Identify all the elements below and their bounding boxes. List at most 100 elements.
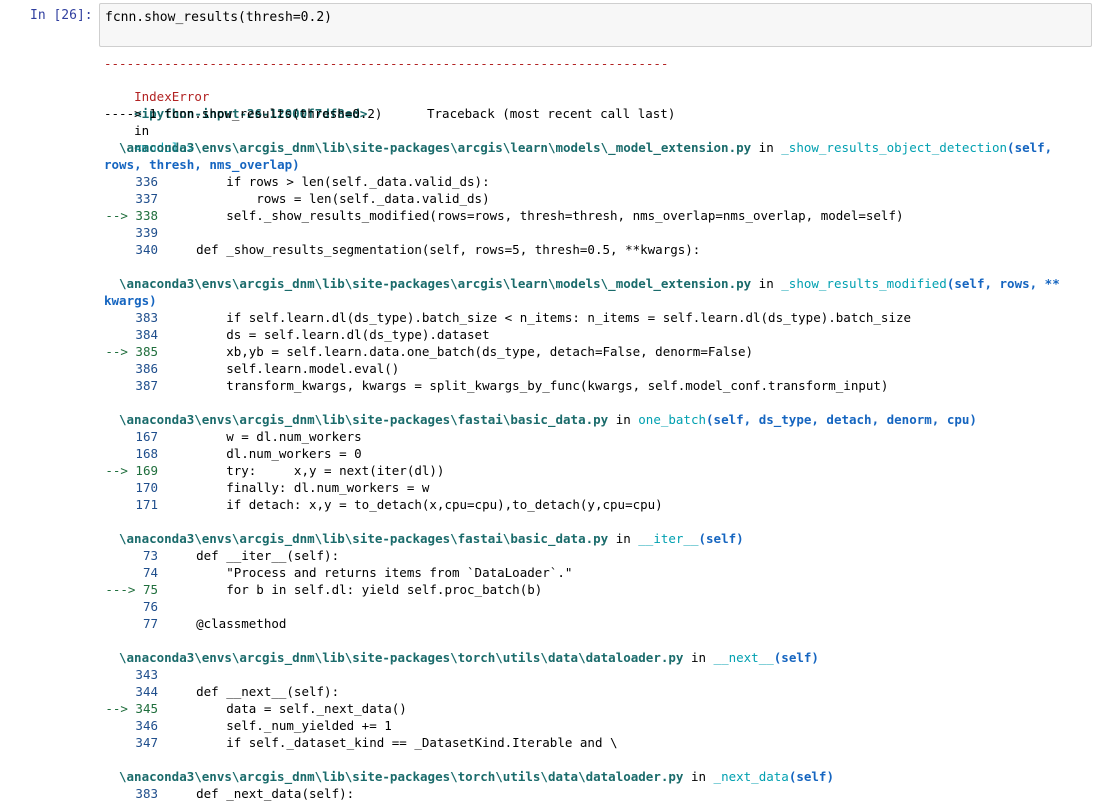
frame-args: (self) xyxy=(698,531,744,546)
traceback-header: IndexError Traceback (most recent call l… xyxy=(104,71,675,121)
code-line: 168 dl.num_workers = 0 xyxy=(104,445,1094,462)
frame-function: __iter__ xyxy=(638,531,699,546)
frame-path: \anaconda3\envs\arcgis_dnm\lib\site-pack… xyxy=(119,769,684,784)
code-input-cell[interactable]: fcnn.show_results(thresh=0.2) xyxy=(99,3,1092,47)
input-reference: <ipython-input-26-12000f7df8ed> in <modu… xyxy=(104,88,367,155)
frame-function: _show_results_modified xyxy=(781,276,947,291)
frame-in: in xyxy=(683,769,714,784)
line-code: finally: dl.num_workers = w xyxy=(166,480,430,495)
frame-header: \anaconda3\envs\arcgis_dnm\lib\site-pack… xyxy=(119,139,1052,156)
line-number: 387 xyxy=(135,378,158,393)
frame-in: in xyxy=(751,140,782,155)
cell-prompt: In [26]: xyxy=(30,8,93,23)
line-number: 171 xyxy=(135,497,158,512)
line-number: --> 169 xyxy=(105,463,158,478)
code-text[interactable]: fcnn.show_results(thresh=0.2) xyxy=(105,10,332,25)
line-number: 73 xyxy=(142,548,158,563)
arrow-line: ----> 1 fcnn.show_results(thresh=0.2) xyxy=(104,106,383,121)
code-line: --> 385 xb,yb = self.learn.data.one_batc… xyxy=(104,343,1094,360)
frame-path: \anaconda3\envs\arcgis_dnm\lib\site-pack… xyxy=(119,650,684,665)
code-line: 384 ds = self.learn.dl(ds_type).dataset xyxy=(104,326,1094,343)
frame-args-continued: kwargs) xyxy=(104,293,157,308)
line-number: 337 xyxy=(135,191,158,206)
line-code: xb,yb = self.learn.data.one_batch(ds_typ… xyxy=(166,344,753,359)
frame-header: \anaconda3\envs\arcgis_dnm\lib\site-pack… xyxy=(119,275,1060,292)
code-line: 346 self._num_yielded += 1 xyxy=(104,717,1094,734)
frame-function: _show_results_object_detection xyxy=(781,140,1008,155)
code-line: 73 def __iter__(self): xyxy=(104,547,1094,564)
line-number: 386 xyxy=(135,361,158,376)
code-line: 167 w = dl.num_workers xyxy=(104,428,1094,445)
frame-args: (self, ds_type, detach, denorm, cpu) xyxy=(706,412,977,427)
line-code: def __iter__(self): xyxy=(166,548,340,563)
line-code: if self._dataset_kind == _DatasetKind.It… xyxy=(166,735,618,750)
line-number: 340 xyxy=(135,242,158,257)
line-number: 170 xyxy=(135,480,158,495)
code-line: 336 if rows > len(self._data.valid_ds): xyxy=(104,173,1094,190)
code-line: 343 xyxy=(104,666,1094,683)
line-code: dl.num_workers = 0 xyxy=(166,446,362,461)
code-line: 74 "Process and returns items from `Data… xyxy=(104,564,1094,581)
frame-function: __next__ xyxy=(713,650,774,665)
frame-function: _next_data xyxy=(713,769,789,784)
line-code: self.learn.model.eval() xyxy=(166,361,400,376)
line-number: 336 xyxy=(135,174,158,189)
code-line: --> 169 try: x,y = next(iter(dl)) xyxy=(104,462,1094,479)
code-line: 340 def _show_results_segmentation(self,… xyxy=(104,241,1094,258)
frame-path: \anaconda3\envs\arcgis_dnm\lib\site-pack… xyxy=(119,276,752,291)
line-code: def __next__(self): xyxy=(166,684,340,699)
code-line: --> 345 data = self._next_data() xyxy=(104,700,1094,717)
frame-function: one_batch xyxy=(638,412,707,427)
code-line: 337 rows = len(self._data.valid_ds) xyxy=(104,190,1094,207)
line-code: transform_kwargs, kwargs = split_kwargs_… xyxy=(166,378,889,393)
line-number: 167 xyxy=(135,429,158,444)
line-number: 344 xyxy=(135,684,158,699)
line-code: rows = len(self._data.valid_ds) xyxy=(166,191,490,206)
code-line: 344 def __next__(self): xyxy=(104,683,1094,700)
line-code: self._num_yielded += 1 xyxy=(166,718,392,733)
frame-args: (self) xyxy=(788,769,834,784)
code-line: 383 def _next_data(self): xyxy=(104,785,1094,802)
line-code: def _show_results_segmentation(self, row… xyxy=(166,242,701,257)
line-number: 347 xyxy=(135,735,158,750)
line-code: @classmethod xyxy=(166,616,287,631)
frame-args: (self, rows, ** xyxy=(946,276,1060,291)
code-line: 170 finally: dl.num_workers = w xyxy=(104,479,1094,496)
frame-header: \anaconda3\envs\arcgis_dnm\lib\site-pack… xyxy=(119,768,834,785)
frame-path: \anaconda3\envs\arcgis_dnm\lib\site-pack… xyxy=(119,531,609,546)
code-line: 339 xyxy=(104,224,1094,241)
line-code: def _next_data(self): xyxy=(166,786,355,801)
frame-in: in xyxy=(608,412,639,427)
line-number: --> 338 xyxy=(105,208,158,223)
frame-header: \anaconda3\envs\arcgis_dnm\lib\site-pack… xyxy=(119,411,977,428)
code-line: 77 @classmethod xyxy=(104,615,1094,632)
line-number: --> 345 xyxy=(105,701,158,716)
frame-args-continued: rows, thresh, nms_overlap) xyxy=(104,157,300,172)
line-number: --> 385 xyxy=(105,344,158,359)
frame-path: \anaconda3\envs\arcgis_dnm\lib\site-pack… xyxy=(119,140,752,155)
frame-header: \anaconda3\envs\arcgis_dnm\lib\site-pack… xyxy=(119,649,819,666)
line-number: 74 xyxy=(142,565,158,580)
frame-path: \anaconda3\envs\arcgis_dnm\lib\site-pack… xyxy=(119,412,609,427)
line-code: w = dl.num_workers xyxy=(166,429,362,444)
line-code: data = self._next_data() xyxy=(166,701,407,716)
line-code: "Process and returns items from `DataLoa… xyxy=(166,565,573,580)
code-line: 171 if detach: x,y = to_detach(x,cpu=cpu… xyxy=(104,496,1094,513)
line-number: 343 xyxy=(135,667,158,682)
code-line: 386 self.learn.model.eval() xyxy=(104,360,1094,377)
frame-in: in xyxy=(608,531,639,546)
traceback-label: Traceback (most recent call last) xyxy=(427,106,676,121)
frame-args: (self) xyxy=(773,650,819,665)
code-line: ---> 75 for b in self.dl: yield self.pro… xyxy=(104,581,1094,598)
line-code: for b in self.dl: yield self.proc_batch(… xyxy=(166,582,543,597)
line-code: if self.learn.dl(ds_type).batch_size < n… xyxy=(166,310,912,325)
traceback-divider: ----------------------------------------… xyxy=(104,56,669,71)
line-number: 77 xyxy=(142,616,158,631)
code-line: 76 xyxy=(104,598,1094,615)
line-number: 384 xyxy=(135,327,158,342)
line-number: 168 xyxy=(135,446,158,461)
code-line: 387 transform_kwargs, kwargs = split_kwa… xyxy=(104,377,1094,394)
line-code: self._show_results_modified(rows=rows, t… xyxy=(166,208,904,223)
frame-in: in xyxy=(751,276,782,291)
line-number: 76 xyxy=(142,599,158,614)
